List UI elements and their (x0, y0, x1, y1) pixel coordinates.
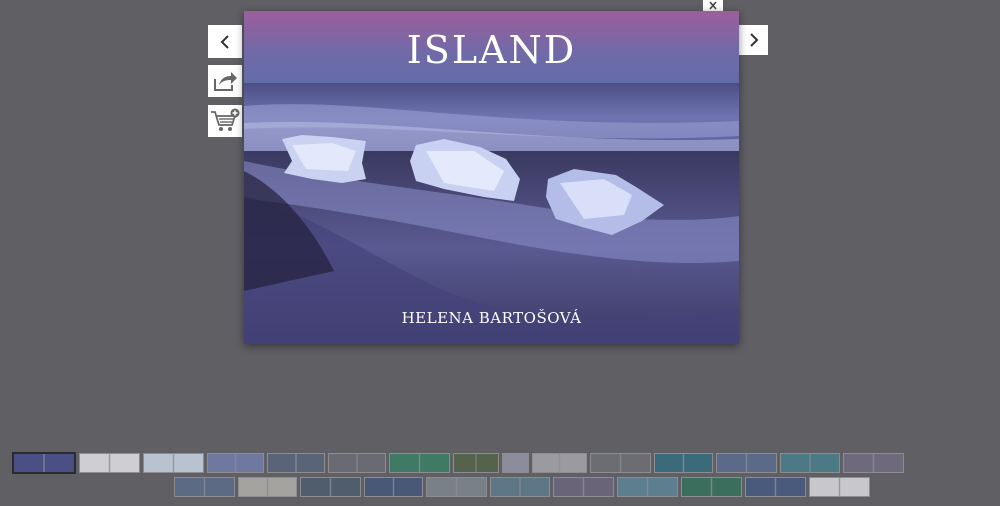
thumbnail[interactable] (389, 453, 450, 473)
chevron-right-icon (749, 33, 758, 47)
next-button[interactable] (739, 25, 768, 55)
close-button[interactable] (703, 0, 723, 11)
thumbnail[interactable] (238, 477, 297, 497)
cover-author: HELENA BARTOŠOVÁ (401, 309, 582, 327)
chevron-left-icon (220, 34, 229, 49)
thumbnail[interactable] (780, 453, 840, 473)
thumbnail[interactable] (12, 452, 76, 474)
add-to-cart-button[interactable] (208, 105, 242, 137)
thumbnail[interactable] (453, 453, 499, 473)
thumbnail[interactable] (654, 453, 713, 473)
thumbnail[interactable] (79, 453, 140, 473)
thumbnail[interactable] (174, 477, 235, 497)
cover-title: ISLAND (406, 28, 577, 72)
thumbnail[interactable] (843, 453, 904, 473)
share-button[interactable] (208, 65, 242, 97)
thumbnail[interactable] (143, 453, 204, 473)
thumbnail[interactable] (716, 453, 777, 473)
thumbnail[interactable] (809, 477, 870, 497)
thumbnail[interactable] (207, 453, 264, 473)
thumbnail[interactable] (267, 453, 325, 473)
thumbnail-strip-row-2 (174, 477, 870, 497)
thumbnail[interactable] (532, 453, 587, 473)
cart-add-icon (211, 108, 240, 131)
thumbnail[interactable] (590, 453, 651, 473)
book-cover-image[interactable]: ISLAND HELENA BARTOŠOVÁ (244, 11, 739, 344)
thumbnail[interactable] (364, 477, 423, 497)
lightbox-viewer: ISLAND HELENA BARTOŠOVÁ (0, 0, 1000, 506)
thumbnail[interactable] (328, 453, 386, 473)
thumbnail[interactable] (553, 477, 614, 497)
share-icon (214, 72, 237, 91)
thumbnail[interactable] (681, 477, 742, 497)
previous-button[interactable] (208, 25, 242, 58)
thumbnail[interactable] (502, 453, 529, 473)
thumbnail[interactable] (426, 477, 487, 497)
thumbnail[interactable] (617, 477, 678, 497)
thumbnail[interactable] (490, 477, 550, 497)
thumbnail-strip-row-1 (12, 452, 904, 474)
thumbnail[interactable] (745, 477, 806, 497)
thumbnail[interactable] (300, 477, 361, 497)
close-icon (709, 1, 717, 10)
